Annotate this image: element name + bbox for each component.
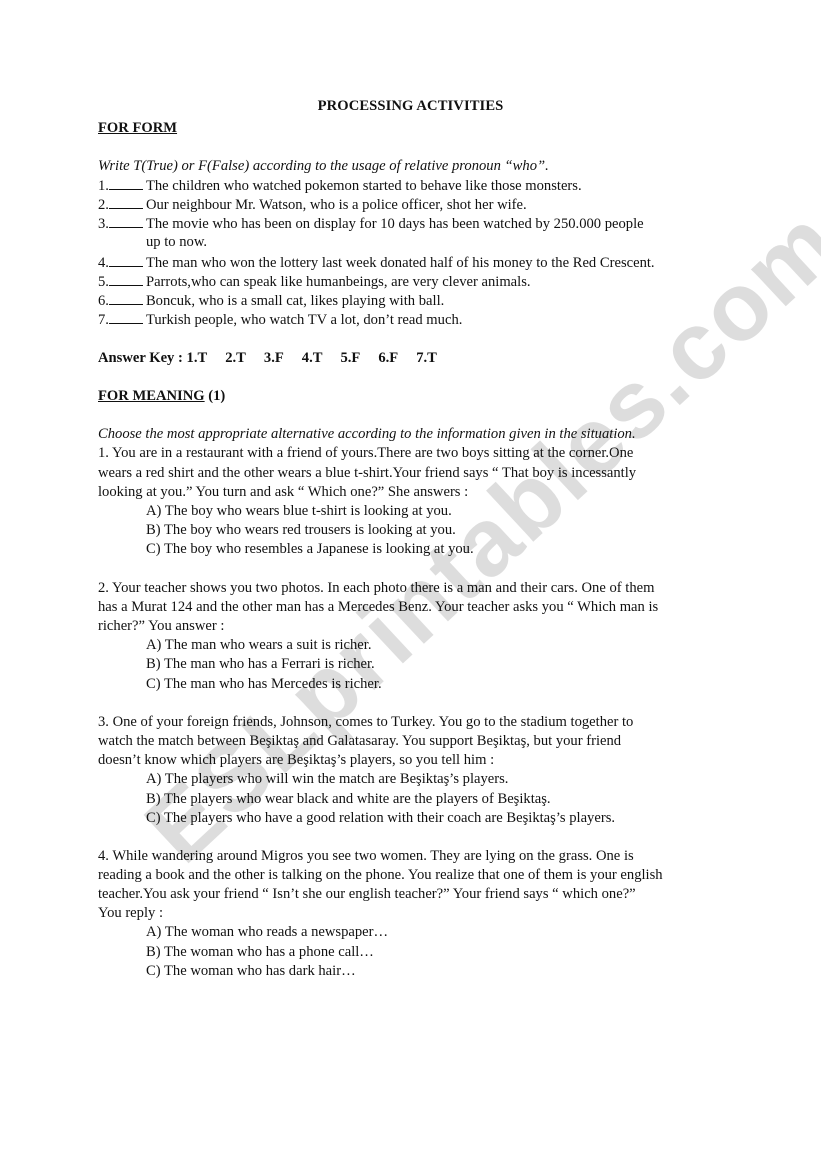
answer-blank[interactable] (108, 310, 143, 324)
page-title: PROCESSING ACTIVITIES (317, 98, 504, 114)
question-1-line: wears a red shirt and the other wears a … (98, 465, 637, 481)
tf-item-number: 7. (98, 312, 109, 328)
question-4-option-c[interactable]: C) The woman who has dark hair… (146, 962, 356, 981)
question-3-option-a[interactable]: A) The players who will win the match ar… (146, 770, 508, 789)
question-3-line: 3. One of your foreign friends, Johnson,… (98, 714, 634, 730)
worksheet-page: ESLprintables.com PROCESSING ACTIVITIES … (0, 0, 821, 1169)
question-1-option-c[interactable]: C) The boy who resembles a Japanese is l… (146, 540, 474, 559)
form-instruction: Write T(True) or F(False) according to t… (98, 158, 549, 174)
tf-item: 1. The children who watched pokemon start… (98, 176, 582, 196)
question-2-line: has a Murat 124 and the other man has a … (98, 599, 659, 615)
question-4-line: reading a book and the other is talking … (98, 867, 663, 883)
meaning-heading-suffix: (1) (204, 388, 226, 404)
question-3-option-b[interactable]: B) The players who wear black and white … (146, 790, 551, 809)
tf-item-text: Our neighbour Mr. Watson, who is a polic… (145, 197, 527, 213)
answer-blank[interactable] (108, 272, 143, 286)
answer-key: Answer Key : 1.T 2.T 3.F 4.T 5.F 6.F 7.T (98, 349, 455, 368)
meaning-instruction: Choose the most appropriate alternative … (98, 426, 636, 442)
question-1-option-a[interactable]: A) The boy who wears blue t-shirt is loo… (146, 502, 452, 521)
question-4-line: 4. While wandering around Migros you see… (98, 848, 634, 864)
tf-item-number: 1. (98, 178, 109, 194)
tf-item-number: 6. (98, 293, 109, 309)
tf-item-text: The movie who has been on display for 10… (145, 216, 644, 232)
question-3-line: doesn’t know which players are Beşiktaş’… (98, 752, 495, 768)
answer-blank[interactable] (108, 195, 143, 209)
tf-item: 2. Our neighbour Mr. Watson, who is a pol… (98, 195, 527, 215)
answer-blank[interactable] (108, 176, 143, 190)
answer-key-item: 5.F (340, 350, 361, 366)
form-section-heading: FOR FORM (98, 120, 178, 136)
tf-item: 7. Turkish people, who watch TV a lot, do… (98, 310, 462, 330)
meaning-section-heading: FOR MEANING (1) (98, 387, 225, 406)
question-4-line: You reply : (98, 905, 164, 921)
tf-item: 3. The movie who has been on display for … (98, 214, 644, 234)
tf-item-number: 2. (98, 197, 109, 213)
question-2-line: 2. Your teacher shows you two photos. In… (98, 580, 655, 596)
tf-item: 6. Boncuk, who is a small cat, likes play… (98, 291, 444, 311)
question-3-option-c[interactable]: C) The players who have a good relation … (146, 809, 615, 828)
meaning-heading-text: FOR MEANING (98, 388, 205, 404)
question-2-line: richer?” You answer : (98, 618, 225, 634)
tf-item-number: 4. (98, 255, 109, 271)
tf-item-text: Boncuk, who is a small cat, likes playin… (145, 293, 445, 309)
answer-key-item: 2.T (225, 350, 246, 366)
answer-key-label: Answer Key : (98, 350, 183, 366)
question-1-line: 1. You are in a restaurant with a friend… (98, 445, 634, 461)
answer-blank[interactable] (108, 291, 143, 305)
question-1-option-b[interactable]: B) The boy who wears red trousers is loo… (146, 521, 456, 540)
answer-key-item: 1.T (186, 350, 208, 366)
tf-item-text: Turkish people, who watch TV a lot, don’… (145, 312, 463, 328)
question-2-option-a[interactable]: A) The man who wears a suit is richer. (146, 636, 371, 655)
answer-key-item: 7.T (416, 350, 437, 366)
question-1-line: looking at you.” You turn and ask “ Whic… (98, 484, 469, 500)
tf-item-text: The children who watched pokemon started… (145, 178, 582, 194)
question-2-option-c[interactable]: C) The man who has Mercedes is richer. (146, 675, 382, 694)
question-4-option-b[interactable]: B) The woman who has a phone call… (146, 943, 374, 962)
tf-item-text: Parrots,who can speak like humanbeings, … (145, 274, 531, 290)
answer-key-item: 3.F (263, 350, 284, 366)
answer-key-item: 6.F (378, 350, 399, 366)
tf-item: 5. Parrots,who can speak like humanbeings… (98, 272, 531, 292)
answer-key-item: 4.T (301, 350, 323, 366)
question-3-line: watch the match between Beşiktaş and Gal… (98, 733, 622, 749)
tf-item-continuation: up to now. (146, 234, 208, 250)
tf-item-number: 3. (98, 216, 109, 232)
tf-item-number: 5. (98, 274, 109, 290)
question-4-line: teacher.You ask your friend “ Isn’t she … (98, 886, 636, 902)
question-2-option-b[interactable]: B) The man who has a Ferrari is richer. (146, 655, 375, 674)
answer-blank[interactable] (108, 214, 143, 228)
tf-item-text: The man who won the lottery last week do… (145, 255, 655, 271)
question-4-option-a[interactable]: A) The woman who reads a newspaper… (146, 923, 388, 942)
answer-blank[interactable] (108, 253, 143, 267)
tf-item: 4. The man who won the lottery last week … (98, 253, 655, 273)
